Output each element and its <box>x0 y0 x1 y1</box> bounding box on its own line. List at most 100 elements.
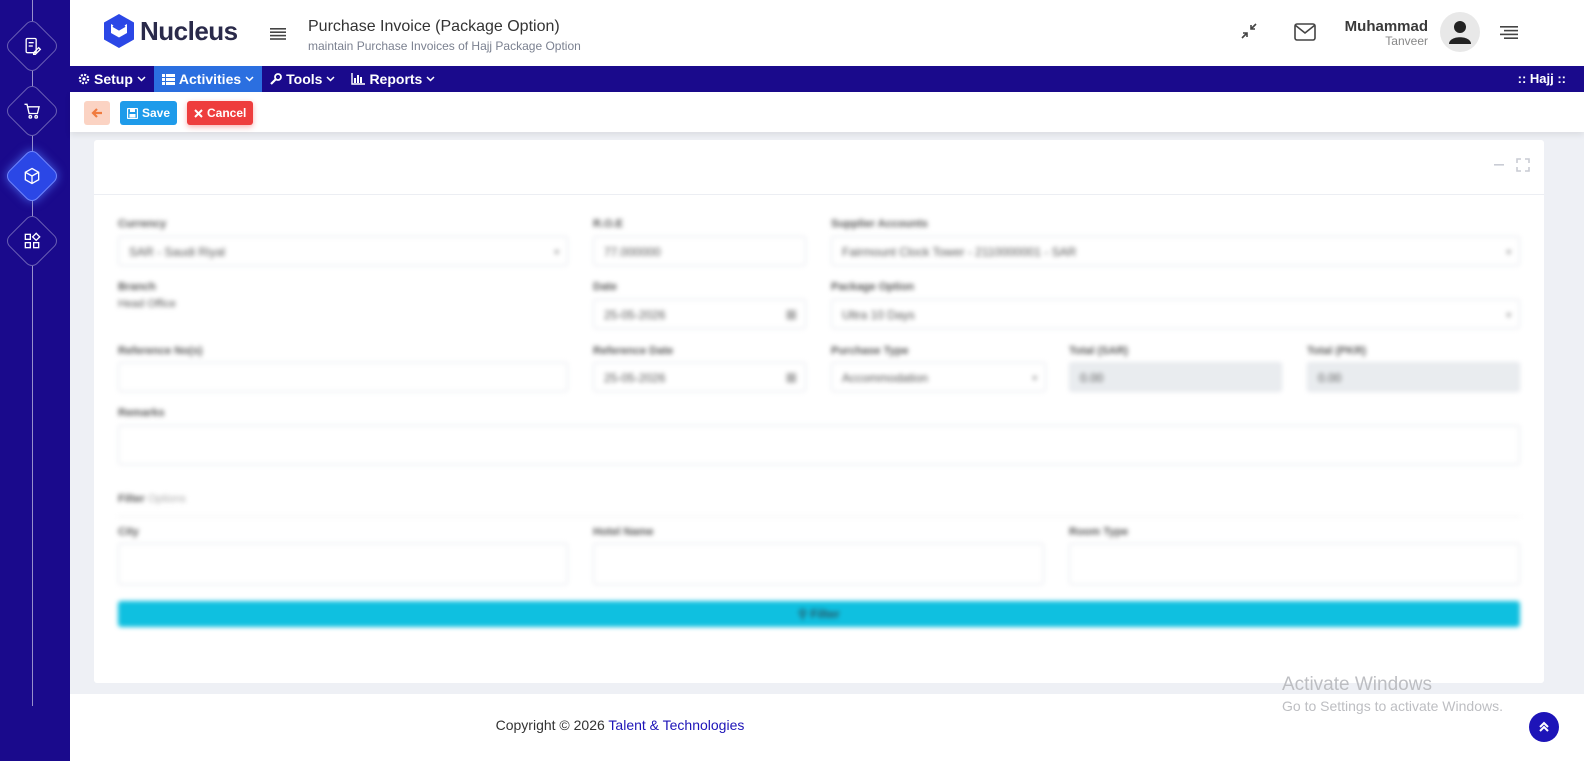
city-select[interactable] <box>118 543 568 585</box>
package-select[interactable]: Ultra 10 Days ▾ <box>831 299 1520 329</box>
wrench-icon <box>270 73 283 85</box>
hotel-select[interactable] <box>593 543 1044 585</box>
floppy-disk-icon <box>127 107 138 119</box>
filter-heading-text: Filter <box>118 493 145 505</box>
right-panel-toggle[interactable] <box>1500 26 1518 44</box>
messages-button[interactable] <box>1294 23 1316 46</box>
currency-value: SAR - Saudi Riyal <box>129 245 226 259</box>
card-header <box>94 140 1544 195</box>
chevron-down-icon <box>137 76 146 82</box>
copyright-text: Copyright © 2026 <box>495 717 609 733</box>
avatar[interactable] <box>1440 12 1480 52</box>
city-label: City <box>118 526 139 538</box>
save-button[interactable]: Save <box>120 101 178 125</box>
filter-button[interactable]: ⚲ Filter <box>118 601 1520 627</box>
form-body: Currency SAR - Saudi Riyal ▾ R.O.E 77.00… <box>94 196 1544 683</box>
purchase-type-value: Accommodation <box>842 371 929 385</box>
user-subtitle: Tanveer <box>1385 34 1428 48</box>
roe-input[interactable]: 77.000000 <box>593 236 806 266</box>
date-value: 25-05-2026 <box>604 308 666 322</box>
cancel-button-label: Cancel <box>207 106 247 120</box>
logo[interactable]: Nucleus <box>102 13 238 49</box>
left-rail <box>0 0 70 761</box>
nav-tools[interactable]: Tools <box>262 66 343 92</box>
chevron-down-icon: ▾ <box>1506 310 1511 320</box>
branch-value: Head Office <box>118 298 176 310</box>
compress-icon <box>1241 23 1257 39</box>
back-button[interactable] <box>84 101 110 125</box>
hamburger-icon <box>270 28 286 40</box>
nav-setup[interactable]: Setup <box>70 66 154 92</box>
filter-heading: Filter Options <box>118 493 186 505</box>
cart-icon <box>24 103 40 119</box>
purchase-type-select[interactable]: Accommodation ▾ <box>831 362 1046 392</box>
remarks-textarea[interactable] <box>118 425 1520 465</box>
chevron-down-icon <box>245 76 254 82</box>
cube-icon <box>24 167 40 185</box>
nav-activities-label: Activities <box>178 71 242 87</box>
activate-windows-subtitle: Go to Settings to activate Windows. <box>1282 698 1503 714</box>
reference-date-value: 25-05-2026 <box>604 371 666 385</box>
double-chevron-up-icon <box>1539 721 1549 732</box>
chevron-down-icon: ▾ <box>1032 373 1037 383</box>
room-type-label: Room Type <box>1069 526 1129 538</box>
bar-chart-icon <box>351 73 366 85</box>
rail-item-apps[interactable] <box>3 212 61 270</box>
menu-toggle[interactable] <box>270 27 286 45</box>
close-icon <box>194 108 203 118</box>
reference-date-label: Reference Date <box>593 345 674 357</box>
total-pkr-label: Total (PKR) <box>1307 345 1367 357</box>
company-link[interactable]: Talent & Technologies <box>608 717 744 733</box>
date-label: Date <box>593 281 617 293</box>
minimize-icon[interactable] <box>1494 163 1504 167</box>
chevron-down-icon: ▾ <box>1506 247 1511 257</box>
page-subtitle: maintain Purchase Invoices of Hajj Packa… <box>308 39 581 53</box>
nav-setup-label: Setup <box>94 71 133 87</box>
envelope-icon <box>1294 23 1316 41</box>
card-tools <box>1494 158 1530 172</box>
activate-windows-title: Activate Windows <box>1282 674 1432 695</box>
invoice-card: Currency SAR - Saudi Riyal ▾ R.O.E 77.00… <box>94 140 1544 683</box>
cancel-button[interactable]: Cancel <box>187 101 254 125</box>
date-input[interactable]: 25-05-2026 ▦ <box>593 299 806 329</box>
collapse-screen-button[interactable] <box>1240 22 1258 45</box>
page-title: Purchase Invoice (Package Option) <box>308 18 560 35</box>
chevron-down-icon <box>426 76 435 82</box>
scroll-to-top-button[interactable] <box>1529 712 1559 742</box>
top-header: Nucleus Purchase Invoice (Package Option… <box>70 0 1584 66</box>
fullscreen-icon[interactable] <box>1516 158 1530 172</box>
room-type-select[interactable] <box>1069 543 1520 585</box>
save-button-label: Save <box>142 106 171 120</box>
nav-reports-label: Reports <box>369 71 423 87</box>
chevron-down-icon: ▾ <box>554 247 559 257</box>
filter-heading-sub: Options <box>147 493 186 505</box>
align-right-icon <box>1500 26 1518 39</box>
gear-icon <box>78 73 90 85</box>
purchase-type-label: Purchase Type <box>831 345 909 357</box>
user-name: Muhammad <box>1344 18 1428 35</box>
reference-no-input[interactable] <box>118 362 568 392</box>
branch-label: Branch <box>118 281 156 293</box>
currency-select[interactable]: SAR - Saudi Riyal ▾ <box>118 236 568 266</box>
reference-date-input[interactable]: 25-05-2026 ▦ <box>593 362 806 392</box>
filter-divider <box>118 516 1520 517</box>
supplier-label: Supplier Accounts <box>831 218 928 230</box>
nav-reports[interactable]: Reports <box>343 66 443 92</box>
roe-label: R.O.E <box>593 218 623 230</box>
chevron-down-icon <box>326 76 335 82</box>
logo-text: Nucleus <box>140 15 238 46</box>
reference-no-label: Reference No(s) <box>118 345 203 357</box>
rail-item-cart[interactable] <box>3 82 61 140</box>
supplier-select[interactable]: Fairmount Clock Tower - 2110000001 - SAR… <box>831 236 1520 266</box>
filter-button-label: Filter <box>810 607 840 621</box>
rail-item-documents[interactable] <box>3 17 61 75</box>
package-value: Ultra 10 Days <box>842 308 915 322</box>
nav-activities[interactable]: Activities <box>153 66 263 92</box>
total-sar-field: 0.00 <box>1069 362 1282 392</box>
rail-item-packages[interactable] <box>3 147 61 205</box>
main-nav: Setup Activities Tools Reports :: Hajj :… <box>70 66 1584 92</box>
arrow-left-icon <box>91 108 102 118</box>
currency-label: Currency <box>118 218 167 230</box>
filter-icon: ⚲ <box>798 607 811 621</box>
table-icon <box>161 73 175 85</box>
